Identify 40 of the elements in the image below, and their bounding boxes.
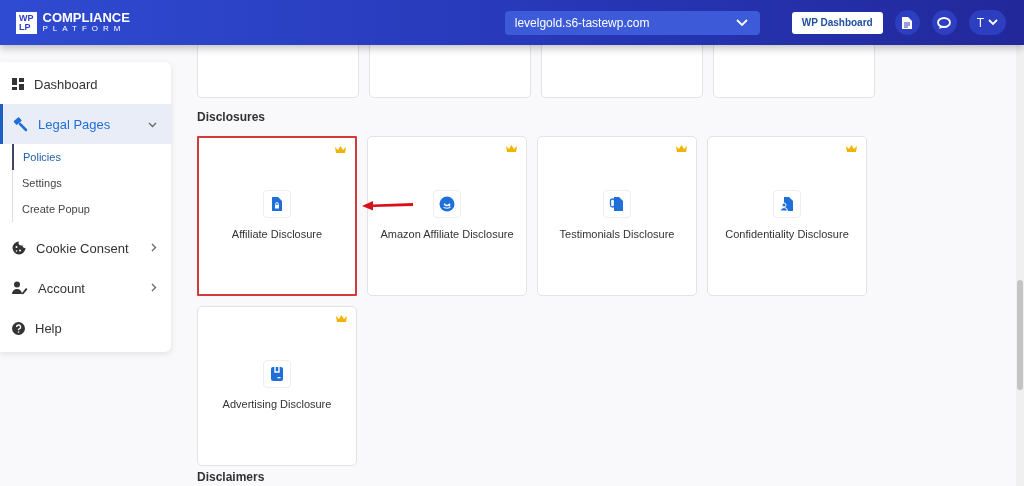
disclosure-card[interactable]: Affiliate Disclosure xyxy=(197,136,357,296)
sidebar-item[interactable]: Cookie Consent xyxy=(0,228,171,268)
dashboard-grid-icon xyxy=(12,78,24,90)
site-select[interactable]: levelgold.s6-tastewp.com xyxy=(504,10,760,35)
card-label: Confidentiality Disclosure xyxy=(725,227,849,242)
disclosure-card[interactable]: Advertising Disclosure xyxy=(197,306,357,466)
help-icon xyxy=(12,321,25,335)
sidebar-item[interactable]: Account xyxy=(0,268,171,308)
submenu-item[interactable]: Create Popup xyxy=(13,196,171,222)
wp-dashboard-button[interactable]: WP Dashboard xyxy=(791,11,883,34)
disclosure-card[interactable]: Confidentiality Disclosure xyxy=(707,136,867,296)
user-icon xyxy=(12,281,28,295)
gavel-icon xyxy=(12,116,28,132)
chevron-down-icon xyxy=(735,18,748,27)
submenu-item[interactable]: Settings xyxy=(13,170,171,196)
card-label: Testimonials Disclosure xyxy=(559,227,675,242)
sidebar-item[interactable]: Help xyxy=(0,308,171,348)
scrollbar-thumb[interactable] xyxy=(1017,280,1023,390)
policy-card[interactable] xyxy=(541,45,703,98)
logo-subtitle: PLATFORM xyxy=(42,24,127,34)
chat-icon[interactable] xyxy=(931,10,957,35)
sidebar-item[interactable]: Dashboard xyxy=(0,64,171,104)
cookie-icon xyxy=(12,241,26,255)
logo-title: COMPLIANCE xyxy=(42,11,130,24)
section-heading: Disclaimers xyxy=(197,470,266,484)
policy-card[interactable] xyxy=(197,45,359,98)
policy-card[interactable] xyxy=(369,45,531,98)
policy-card[interactable] xyxy=(713,45,875,98)
disclosure-card[interactable]: Amazon Affiliate Disclosure xyxy=(367,136,527,296)
sidebar-item[interactable]: Legal Pages xyxy=(0,104,171,144)
chevron-down-icon xyxy=(988,19,998,26)
annotation-arrow xyxy=(360,199,414,213)
card-label: Affiliate Disclosure xyxy=(231,227,323,242)
card-label: Amazon Affiliate Disclosure xyxy=(380,227,514,242)
card-label: Advertising Disclosure xyxy=(222,397,332,412)
section-heading: Disclosures xyxy=(197,110,267,124)
disclosure-card[interactable]: Testimonials Disclosure xyxy=(537,136,697,296)
logo-mark: WP LP xyxy=(16,11,37,34)
user-menu[interactable]: T xyxy=(968,10,1006,35)
submenu-item[interactable]: Policies xyxy=(12,144,171,170)
